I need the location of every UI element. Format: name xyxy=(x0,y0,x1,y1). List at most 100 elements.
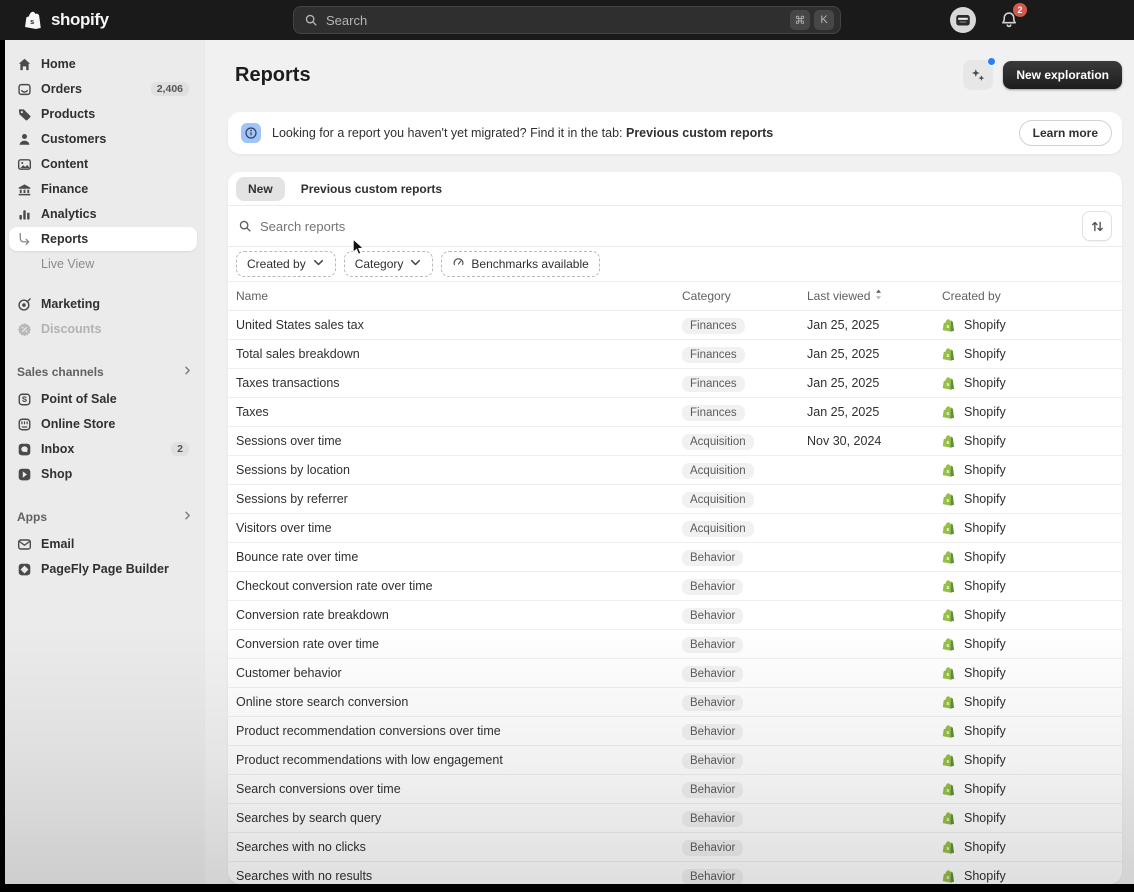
table-row[interactable]: Searches with no resultsBehaviorsShopify xyxy=(228,862,1122,884)
category-badge: Behavior xyxy=(682,637,743,653)
last-viewed-cell: Jan 25, 2025 xyxy=(807,405,942,419)
sidebar-section-header-sales-channels[interactable]: Sales channels xyxy=(17,361,193,383)
sidebar-item-label: Discounts xyxy=(41,322,189,336)
shopify-bag-icon: s xyxy=(942,753,957,768)
sidebar-item-reports[interactable]: Reports xyxy=(9,227,197,251)
analytics-icon xyxy=(17,207,32,222)
report-name-cell: Taxes transactions xyxy=(236,376,682,390)
table-row[interactable]: Product recommendations with low engagem… xyxy=(228,746,1122,775)
chevron-right-icon xyxy=(182,510,193,524)
category-cell: Acquisition xyxy=(682,432,807,450)
table-row[interactable]: Visitors over timeAcquisitionsShopify xyxy=(228,514,1122,543)
pagefly-icon xyxy=(17,562,32,577)
filter-chip-created-by[interactable]: Created by xyxy=(236,251,336,277)
category-cell: Behavior xyxy=(682,867,807,884)
column-header-category[interactable]: Category xyxy=(682,289,807,303)
column-header-created-by[interactable]: Created by xyxy=(942,289,1114,303)
column-header-label: Created by xyxy=(942,289,1001,303)
sidebar-item-email[interactable]: Email xyxy=(9,532,197,556)
tab-previous-custom-reports[interactable]: Previous custom reports xyxy=(289,177,454,201)
filter-chip-category[interactable]: Category xyxy=(344,251,434,277)
shopify-bag-icon: s xyxy=(942,666,957,681)
table-row[interactable]: Sessions over timeAcquisitionNov 30, 202… xyxy=(228,427,1122,456)
filter-chip-benchmarks-available[interactable]: Benchmarks available xyxy=(441,251,599,277)
sidebar-item-home[interactable]: Home xyxy=(9,52,197,76)
table-row[interactable]: United States sales taxFinancesJan 25, 2… xyxy=(228,311,1122,340)
reports-search-input[interactable]: Search reports xyxy=(238,206,1082,246)
report-name-cell: Product recommendation conversions over … xyxy=(236,724,682,738)
created-by-label: Shopify xyxy=(964,318,1006,332)
sidebar-item-point-of-sale[interactable]: Point of Sale xyxy=(9,387,197,411)
tab-new[interactable]: New xyxy=(236,177,285,201)
table-row[interactable]: Searches with no clicksBehaviorsShopify xyxy=(228,833,1122,862)
sidebar-item-online-store[interactable]: Online Store xyxy=(9,412,197,436)
table-row[interactable]: Conversion rate over timeBehaviorsShopif… xyxy=(228,630,1122,659)
table-row[interactable]: Sessions by locationAcquisitionsShopify xyxy=(228,456,1122,485)
sidebar-section-header-apps[interactable]: Apps xyxy=(17,506,193,528)
table-row[interactable]: Searches by search queryBehaviorsShopify xyxy=(228,804,1122,833)
last-viewed-cell: Jan 25, 2025 xyxy=(807,347,942,361)
category-cell: Behavior xyxy=(682,635,807,653)
shopify-logo[interactable]: s shopify xyxy=(24,10,109,31)
category-badge: Behavior xyxy=(682,695,743,711)
table-row[interactable]: Product recommendation conversions over … xyxy=(228,717,1122,746)
svg-text:s: s xyxy=(946,846,949,852)
sidebar-nav: HomeOrders2,406ProductsCustomersContentF… xyxy=(5,52,205,276)
sidebar-item-live-view[interactable]: Live View xyxy=(9,252,197,276)
sidebar-item-finance[interactable]: Finance xyxy=(9,177,197,201)
shopify-bag-icon: s xyxy=(942,492,957,507)
category-badge: Behavior xyxy=(682,840,743,856)
global-search-input[interactable]: Search ⌘ K xyxy=(293,6,841,34)
sidebar-item-label: Analytics xyxy=(41,207,189,221)
banner-text: Looking for a report you haven't yet mig… xyxy=(272,126,1008,140)
sort-button[interactable] xyxy=(1082,211,1112,241)
content-icon xyxy=(17,157,32,172)
new-exploration-button[interactable]: New exploration xyxy=(1003,61,1122,89)
category-cell: Acquisition xyxy=(682,519,807,537)
category-badge: Behavior xyxy=(682,811,743,827)
table-body: United States sales taxFinancesJan 25, 2… xyxy=(228,311,1122,884)
table-row[interactable]: Online store search conversionBehaviorsS… xyxy=(228,688,1122,717)
learn-more-button[interactable]: Learn more xyxy=(1019,120,1112,146)
sidebar-item-orders[interactable]: Orders2,406 xyxy=(9,77,197,101)
svg-text:s: s xyxy=(946,643,949,649)
explorations-icon-button[interactable] xyxy=(963,60,993,90)
shopify-bag-icon: s xyxy=(942,608,957,623)
created-by-label: Shopify xyxy=(964,608,1006,622)
table-row[interactable]: Customer behaviorBehaviorsShopify xyxy=(228,659,1122,688)
sidebar-item-discounts[interactable]: Discounts xyxy=(9,317,197,341)
column-header-last-viewed[interactable]: Last viewed xyxy=(807,288,942,304)
store-avatar[interactable] xyxy=(950,7,976,33)
category-badge: Behavior xyxy=(682,869,743,884)
sidebar-item-pagefly-page-builder[interactable]: PageFly Page Builder xyxy=(9,557,197,581)
svg-text:s: s xyxy=(946,701,949,707)
table-row[interactable]: Checkout conversion rate over timeBehavi… xyxy=(228,572,1122,601)
created-by-cell: sShopify xyxy=(942,434,1114,449)
k-key-badge: K xyxy=(814,10,834,30)
sidebar-item-shop[interactable]: Shop xyxy=(9,462,197,486)
sidebar-item-label: Live View xyxy=(41,257,189,271)
table-row[interactable]: Taxes transactionsFinancesJan 25, 2025sS… xyxy=(228,369,1122,398)
table-row[interactable]: Search conversions over timeBehaviorsSho… xyxy=(228,775,1122,804)
sidebar-item-inbox[interactable]: Inbox2 xyxy=(9,437,197,461)
table-row[interactable]: Sessions by referrerAcquisitionsShopify xyxy=(228,485,1122,514)
created-by-label: Shopify xyxy=(964,695,1006,709)
category-cell: Finances xyxy=(682,374,807,392)
sidebar-item-content[interactable]: Content xyxy=(9,152,197,176)
table-row[interactable]: TaxesFinancesJan 25, 2025sShopify xyxy=(228,398,1122,427)
table-row[interactable]: Conversion rate breakdownBehaviorsShopif… xyxy=(228,601,1122,630)
table-row[interactable]: Bounce rate over timeBehaviorsShopify xyxy=(228,543,1122,572)
table-row[interactable]: Total sales breakdownFinancesJan 25, 202… xyxy=(228,340,1122,369)
created-by-label: Shopify xyxy=(964,492,1006,506)
report-name-cell: Product recommendations with low engagem… xyxy=(236,753,682,767)
sidebar-item-products[interactable]: Products xyxy=(9,102,197,126)
sidebar-item-analytics[interactable]: Analytics xyxy=(9,202,197,226)
report-name-cell: Sessions by location xyxy=(236,463,682,477)
sidebar-item-customers[interactable]: Customers xyxy=(9,127,197,151)
column-header-name[interactable]: Name xyxy=(236,289,682,303)
created-by-label: Shopify xyxy=(964,347,1006,361)
sidebar-item-marketing[interactable]: Marketing xyxy=(9,292,197,316)
category-cell: Behavior xyxy=(682,606,807,624)
notifications-button[interactable]: 2 xyxy=(996,7,1022,33)
created-by-label: Shopify xyxy=(964,782,1006,796)
